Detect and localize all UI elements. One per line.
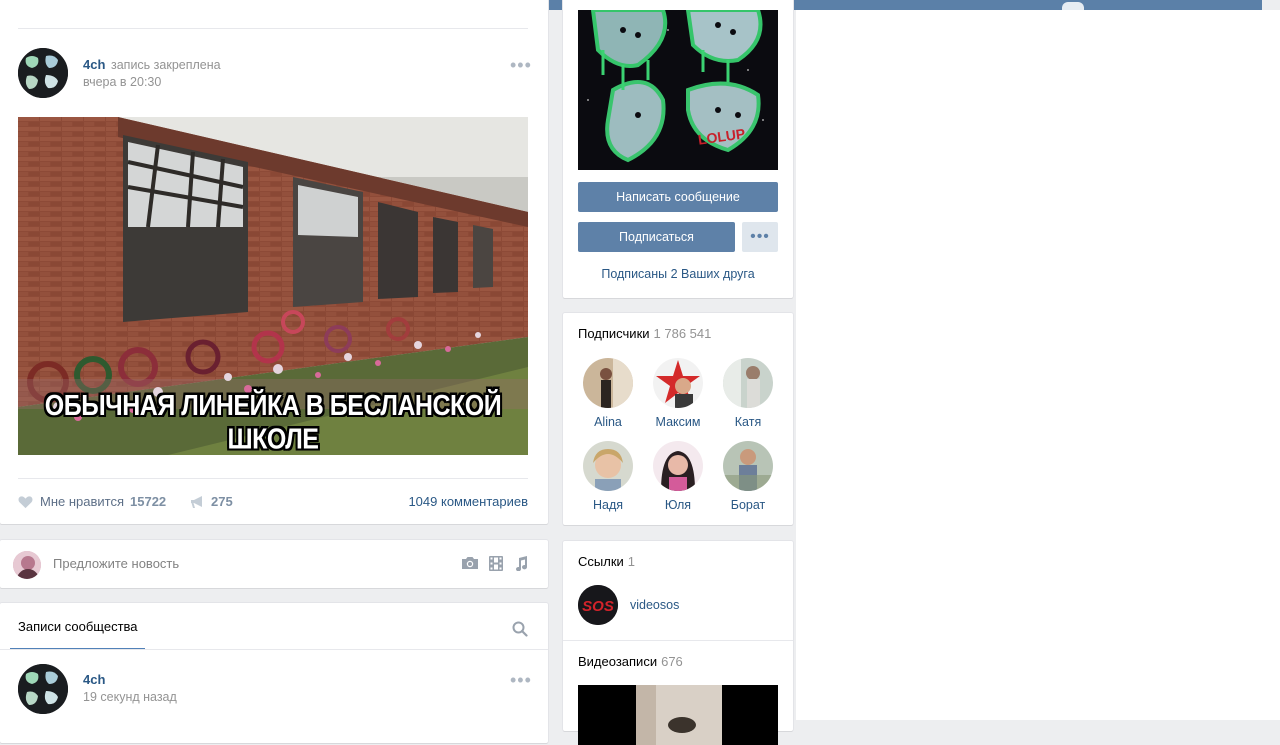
- subscriber-name: Борат: [730, 498, 766, 512]
- post-time[interactable]: вчера в 20:30: [83, 75, 161, 89]
- avatar: [583, 358, 633, 408]
- divider: [0, 649, 548, 650]
- videos-count: 676: [661, 654, 683, 669]
- subscriber-item[interactable]: Максим: [643, 358, 713, 429]
- avatar: [723, 358, 773, 408]
- community-avatar[interactable]: [18, 48, 68, 98]
- divider: [563, 640, 793, 641]
- tab-community-posts[interactable]: Записи сообщества: [18, 619, 138, 634]
- video-thumbnail[interactable]: [578, 685, 778, 745]
- divider: [18, 478, 528, 479]
- right-blank-area: [796, 10, 1280, 720]
- music-note-icon[interactable]: [514, 556, 528, 574]
- subscribers-header[interactable]: Подписчики 1 786 541: [578, 326, 711, 341]
- avatar: [723, 441, 773, 491]
- subscriber-name: Юля: [664, 498, 692, 512]
- pinned-label: запись закреплена: [111, 58, 221, 72]
- user-avatar[interactable]: [13, 551, 41, 579]
- camera-icon[interactable]: [461, 556, 479, 573]
- divider: [18, 28, 528, 29]
- subscriber-name: Alina: [594, 415, 622, 429]
- subscribers-card: Подписчики 1 786 541 Alina Максим Катя На…: [563, 313, 793, 525]
- like-button[interactable]: Мне нравится 15722: [18, 494, 166, 509]
- links-title: Ссылки: [578, 554, 624, 569]
- community-avatar[interactable]: [18, 664, 68, 714]
- subscribers-title: Подписчики: [578, 326, 650, 341]
- link-item[interactable]: videosos: [630, 598, 679, 612]
- post-author[interactable]: 4ch: [83, 672, 105, 687]
- links-card: Ссылки 1 SOS videosos Видеозаписи 676: [563, 541, 793, 745]
- pinned-post-card: 4ch запись закреплена вчера в 20:30 •••: [0, 0, 548, 524]
- subscriber-name: Надя: [592, 498, 624, 512]
- like-label: Мне нравится: [40, 494, 125, 509]
- send-message-button[interactable]: Написать сообщение: [578, 182, 778, 212]
- avatar: [653, 441, 703, 491]
- videos-title: Видеозаписи: [578, 654, 658, 669]
- videos-header[interactable]: Видеозаписи 676: [578, 654, 683, 669]
- like-count: 15722: [130, 494, 167, 509]
- share-button[interactable]: 275: [190, 494, 233, 509]
- community-actions-card: LOLUP Написать сообщение Подписаться •••…: [563, 0, 793, 298]
- heart-icon: [18, 495, 33, 509]
- suggest-news-card[interactable]: Предложите новость: [0, 540, 548, 588]
- friends-subscribed-note[interactable]: Подписаны 2 Ваших друга: [563, 267, 793, 281]
- suggest-news-input[interactable]: Предложите новость: [53, 556, 179, 571]
- film-icon[interactable]: [489, 556, 503, 574]
- subscribe-button[interactable]: Подписаться: [578, 222, 735, 252]
- links-count: 1: [627, 554, 636, 569]
- subscriber-name: Максим: [655, 415, 701, 429]
- community-wall-card: Записи сообщества 4ch 19 секунд назад ••…: [0, 603, 548, 743]
- share-count: 275: [211, 494, 233, 509]
- links-header[interactable]: Ссылки 1: [578, 554, 635, 569]
- subscribers-count: 1 786 541: [653, 326, 712, 341]
- community-cover-image[interactable]: LOLUP: [578, 10, 778, 170]
- link-logo[interactable]: SOS: [578, 585, 618, 625]
- subscriber-item[interactable]: Alina: [573, 358, 643, 429]
- more-dots-icon[interactable]: •••: [510, 56, 532, 74]
- subscriber-item[interactable]: Катя: [713, 358, 783, 429]
- post-image[interactable]: ОБЫЧНАЯ ЛИНЕЙКА В БЕСЛАНСКОЙ ШКОЛЕ: [18, 117, 528, 455]
- subscriber-item[interactable]: Юля: [643, 441, 713, 512]
- subscriber-item[interactable]: Борат: [713, 441, 783, 512]
- image-caption: ОБЫЧНАЯ ЛИНЕЙКА В БЕСЛАНСКОЙ ШКОЛЕ: [44, 389, 502, 455]
- post-time[interactable]: 19 секунд назад: [83, 690, 177, 704]
- avatar: [653, 358, 703, 408]
- comments-link[interactable]: 1049 комментариев: [408, 494, 528, 509]
- link-logo-text: SOS: [582, 598, 614, 615]
- post-author[interactable]: 4ch: [83, 57, 105, 72]
- more-actions-button[interactable]: •••: [742, 222, 778, 252]
- header-avatar-edge[interactable]: [1062, 2, 1084, 10]
- avatar: [583, 441, 633, 491]
- search-icon[interactable]: [512, 621, 528, 640]
- more-dots-icon[interactable]: •••: [510, 671, 532, 689]
- subscriber-item[interactable]: Надя: [573, 441, 643, 512]
- subscriber-name: Катя: [734, 415, 762, 429]
- more-dots-icon: •••: [750, 228, 770, 245]
- megaphone-icon: [190, 495, 204, 509]
